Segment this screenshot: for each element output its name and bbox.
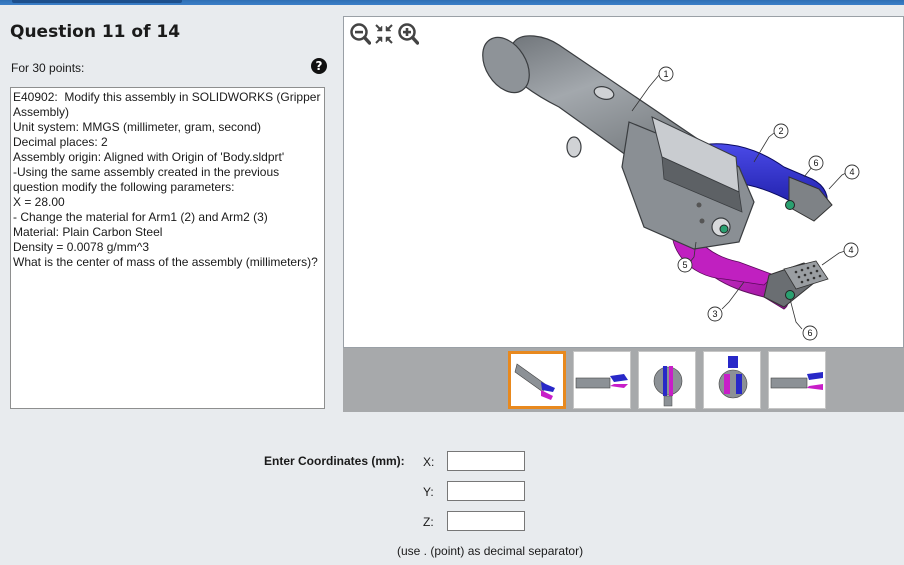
balloon-label: 4	[849, 167, 854, 177]
question-line: Density = 0.0078 g/mm^3	[13, 240, 150, 254]
x-label: X:	[423, 455, 435, 469]
question-line: Unit system: MMGS (millimeter, gram, sec…	[13, 120, 262, 134]
balloon-label: 1	[663, 69, 668, 79]
question-title: Question 11 of 14	[10, 22, 181, 42]
balloon-label: 5	[682, 260, 687, 270]
balloon-label: 2	[778, 126, 783, 136]
balloon-label: 6	[813, 158, 818, 168]
thumbnail-isometric[interactable]	[508, 351, 566, 409]
thumbnail-end[interactable]	[703, 351, 761, 409]
balloon-label: 6	[807, 328, 812, 338]
thumbnail-top[interactable]	[768, 351, 826, 409]
view-thumbnails	[508, 351, 826, 411]
question-line: Assembly origin: Aligned with Origin of …	[13, 150, 285, 164]
question-line: E40902: Modify this assembly in SOLIDWOR…	[13, 90, 324, 119]
balloon-label: 4	[848, 245, 853, 255]
help-icon[interactable]: ?	[311, 58, 327, 74]
question-line: Material: Plain Carbon Steel	[13, 225, 163, 239]
thumbnail-side[interactable]	[573, 351, 631, 409]
question-text-box: E40902: Modify this assembly in SOLIDWOR…	[10, 87, 325, 409]
question-line: X = 28.00	[13, 195, 65, 209]
z-coordinate-input[interactable]	[447, 511, 525, 531]
gripper-assembly-drawing: 1 2 6 4 4 5 3 6	[482, 35, 860, 341]
model-viewer: 1 2 6 4 4 5 3 6	[343, 16, 904, 412]
z-label: Z:	[423, 515, 434, 529]
decimal-separator-note: (use . (point) as decimal separator)	[397, 544, 584, 558]
thumbnail-front[interactable]	[638, 351, 696, 409]
model-view-area[interactable]: 1 2 6 4 4 5 3 6	[343, 16, 904, 348]
y-coordinate-input[interactable]	[447, 481, 525, 501]
coordinates-label: Enter Coordinates (mm):	[264, 454, 405, 468]
x-coordinate-input[interactable]	[447, 451, 525, 471]
y-label: Y:	[423, 485, 434, 499]
title-bar	[0, 0, 904, 5]
question-line: -Using the same assembly created in the …	[13, 165, 283, 194]
points-label: For 30 points:	[11, 61, 85, 75]
balloon-label: 3	[712, 309, 717, 319]
question-line: - Change the material for Arm1 (2) and A…	[13, 210, 268, 224]
question-line: What is the center of mass of the assemb…	[13, 255, 318, 269]
question-line: Decimal places: 2	[13, 135, 108, 149]
